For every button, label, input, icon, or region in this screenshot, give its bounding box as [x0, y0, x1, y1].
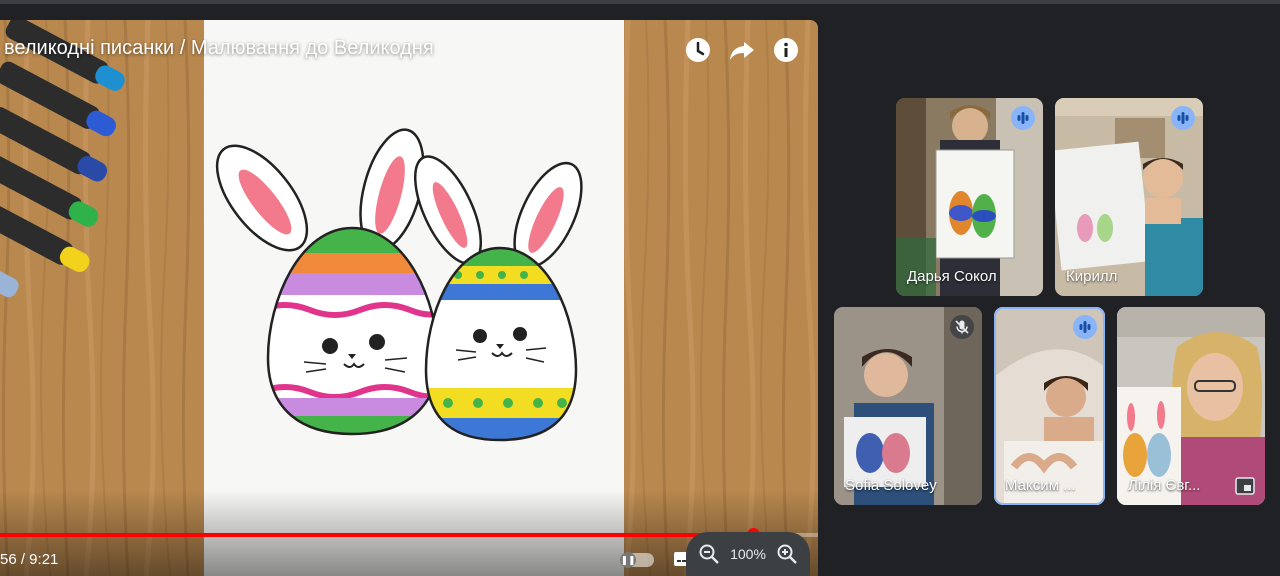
participant-tile[interactable]: Дарья Сокол: [896, 98, 1043, 296]
participant-tile[interactable]: Лілія Євг...: [1117, 307, 1265, 505]
info-icon[interactable]: [772, 36, 800, 64]
zoom-out-icon[interactable]: [698, 543, 720, 565]
share-icon[interactable]: [728, 36, 756, 64]
participant-tile[interactable]: Максим ...: [994, 307, 1105, 505]
picture-in-picture-icon[interactable]: [1235, 477, 1255, 495]
video-title: великодні писанки / Малювання до Великод…: [4, 37, 434, 59]
progress-fill: [0, 533, 753, 537]
participant-name: Дарья Сокол: [907, 268, 997, 285]
speaking-indicator-icon: [1073, 315, 1097, 339]
participant-name: Максим ...: [1005, 477, 1076, 494]
speaking-indicator-icon: [1011, 106, 1035, 130]
participant-tile[interactable]: Sofia Solovey: [834, 307, 982, 505]
participant-name: Sofia Solovey: [845, 477, 937, 494]
participant-name: Лілія Євг...: [1128, 477, 1201, 494]
speaking-indicator-icon: [1171, 106, 1195, 130]
pause-icon: ❚❚: [620, 552, 636, 568]
top-bar: [0, 0, 1280, 4]
participant-tile[interactable]: Кирилл: [1055, 98, 1203, 296]
participant-name: Кирилл: [1066, 268, 1118, 285]
participant-video: [1117, 307, 1265, 505]
zoom-in-icon[interactable]: [776, 543, 798, 565]
autoplay-toggle[interactable]: ❚❚: [620, 552, 654, 568]
zoom-level: 100%: [730, 546, 766, 562]
mic-muted-icon: [950, 315, 974, 339]
zoom-control: 100%: [686, 532, 810, 576]
video-time: 56 / 9:21: [0, 551, 59, 568]
shared-video[interactable]: великодні писанки / Малювання до Великод…: [0, 20, 818, 576]
video-top-controls: [684, 36, 800, 64]
watch-later-icon[interactable]: [684, 36, 712, 64]
video-frame: [0, 20, 818, 576]
